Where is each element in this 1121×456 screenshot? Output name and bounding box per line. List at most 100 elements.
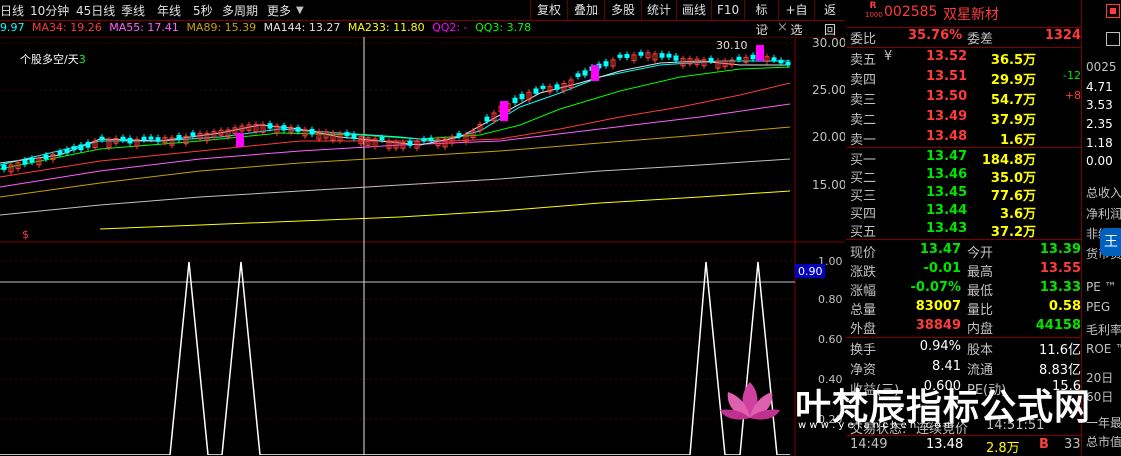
side-code: 0025 [1086,60,1117,74]
quote-row: 涨幅 -0.07% 最低 13.33 [846,279,1081,299]
quote-label: 涨跌 [850,265,877,280]
period-multi[interactable]: 多周期 [222,2,258,19]
stats-button[interactable]: 统计 [641,0,676,20]
badge-top: R [869,1,877,11]
overlay-button[interactable]: 叠加 [567,0,604,20]
quote-value: 13.47 [919,242,961,257]
side-tab-icon[interactable]: 王 [1100,228,1121,256]
fund-value: 8.83亿 [1039,363,1081,378]
period-year[interactable]: 年线 [157,2,181,19]
side-price-3: 1.18 [1086,136,1113,150]
qq3-value: QQ3: 3.78 [475,21,532,34]
period-10min[interactable]: 10分钟 [30,2,69,19]
quote-value: 83007 [915,299,961,314]
multi-stock-button[interactable]: 多股 [604,0,641,20]
ask-row[interactable]: 卖三 13.50 54.7万 +8 [846,88,1081,108]
quote-value: 13.33 [1039,280,1081,295]
weibi-value: 35.76% [908,28,963,43]
side-label-11: 总市值 [1086,435,1121,449]
sub-current-value: 0.90 [798,265,823,278]
stock-name: 双星新材 [943,7,999,23]
period-daily[interactable]: 日线 [0,2,24,19]
bid-price: 13.46 [926,167,968,182]
quote-label: 涨幅 [850,284,877,299]
bid-row[interactable]: 买三 13.45 77.6万 [846,184,1081,204]
quote-label: 量比 [967,303,994,318]
ask-row[interactable]: 卖二 13.49 37.9万 [846,108,1081,128]
ask-row[interactable]: 卖一 13.48 1.6万 [846,128,1081,148]
price-tick-30: 30.00 [812,37,845,50]
signal-candle [500,101,508,121]
period-more[interactable]: 更多 [267,2,291,19]
tick-side: B [1039,437,1049,452]
mark-button[interactable]: 标记 [744,0,778,37]
quote-value: -0.01 [923,261,961,276]
diamond-icon[interactable]: ◇ [760,21,768,34]
side-label-4: PE ™ [1086,280,1117,294]
ask-change: -12 [1063,69,1081,82]
tick-volume: 2.8万 [986,441,1020,456]
panel-toggle-icon[interactable] [1106,4,1120,18]
period-45day[interactable]: 45日线 [76,2,115,19]
quote-value: 44158 [1035,318,1081,333]
quote-value: 13.55 [1039,261,1081,276]
quote-value: 38849 [915,318,961,333]
bid-price: 13.47 [926,149,968,164]
tick-time: 14:49 [850,437,888,452]
bid-row[interactable]: 买五 13.43 37.2万 [846,220,1081,240]
sub-tick-080: 0.80 [818,293,843,306]
f10-button[interactable]: F10 [711,0,744,20]
fund-value: 8.41 [932,359,961,374]
fund-label: 换手 [850,343,877,358]
back-button[interactable]: 返回 [814,0,845,37]
ask-row[interactable]: 卖五 ¥ 13.52 36.5万 [846,48,1081,68]
add-watchlist-button[interactable]: +自选 [778,0,814,37]
side-label-10: 一年最高 [1086,416,1121,430]
ma34-value: MA34: 19.26 [32,21,102,34]
period-quarter[interactable]: 季线 [121,2,145,19]
quote-row: 现价 13.47 今开 13.39 [846,241,1081,261]
kline-chart[interactable]: 30.00 25.00 20.00 15.00 1.00 0.90 0.80 0… [0,37,845,455]
ma-legend: 9.97 MA34: 19.26 MA55: 17.41 MA89: 15.39… [0,21,535,37]
quote-label: 内盘 [967,322,994,337]
stock-header: R 1000 002585 双星新材 [846,0,1081,28]
quote-value: 13.39 [1039,242,1081,257]
ask-volume: 29.9万 [990,73,1036,88]
quote-label: 最高 [967,265,994,280]
more-chevron-icon[interactable]: ▼ [296,5,304,16]
bid-price: 13.43 [926,221,968,236]
period-toolbar: 日线 10分钟 45日线 季线 年线 5秒 多周期 更多 ▼ 复权 叠加 多股 … [0,0,845,37]
bid-volume: 37.2万 [990,225,1036,240]
adjust-button[interactable]: 复权 [530,0,567,20]
panel-option-icon[interactable] [1106,32,1120,46]
bid-row[interactable]: 买四 13.44 3.6万 [846,202,1081,222]
ask-row[interactable]: 卖四 13.51 29.9万 -12 [846,68,1081,88]
ask-label: 卖三 [850,93,877,108]
period-5sec[interactable]: 5秒 [193,2,213,19]
side-price-4: 0.00 [1086,154,1113,168]
ask-change: +8 [1064,89,1081,102]
price-tick-20: 20.00 [812,130,845,144]
side-label-0: 总收入 [1086,186,1121,200]
quote-label: 最低 [967,284,994,299]
signal-candle [236,133,244,147]
ma144-value: MA144: 13.27 [263,21,341,34]
ask-price: 13.51 [926,69,968,84]
side-label-5: PEG [1086,300,1111,314]
draw-line-button[interactable]: 画线 [676,0,711,20]
indicator-title-num: 3 [79,53,86,66]
weicha-value: 1324 [1044,28,1081,43]
close-icon[interactable]: × [777,20,788,35]
ask-price: 13.48 [926,129,968,144]
fund-label: 流通 [967,363,994,378]
ma34-line [0,82,791,178]
bid-price: 13.45 [926,185,968,200]
bid-row[interactable]: 买二 13.46 35.0万 [846,166,1081,186]
ask-price: 13.49 [926,109,968,124]
ask-mark: ¥ [884,49,893,64]
quote-row: 总量 83007 量比 0.58 [846,298,1081,318]
side-label-6: 毛利率 [1086,323,1121,337]
high-annotation: 30.10 [716,39,748,52]
bid-row[interactable]: 买一 13.47 184.8万 [846,148,1081,168]
lotus-logo-icon [720,382,780,420]
